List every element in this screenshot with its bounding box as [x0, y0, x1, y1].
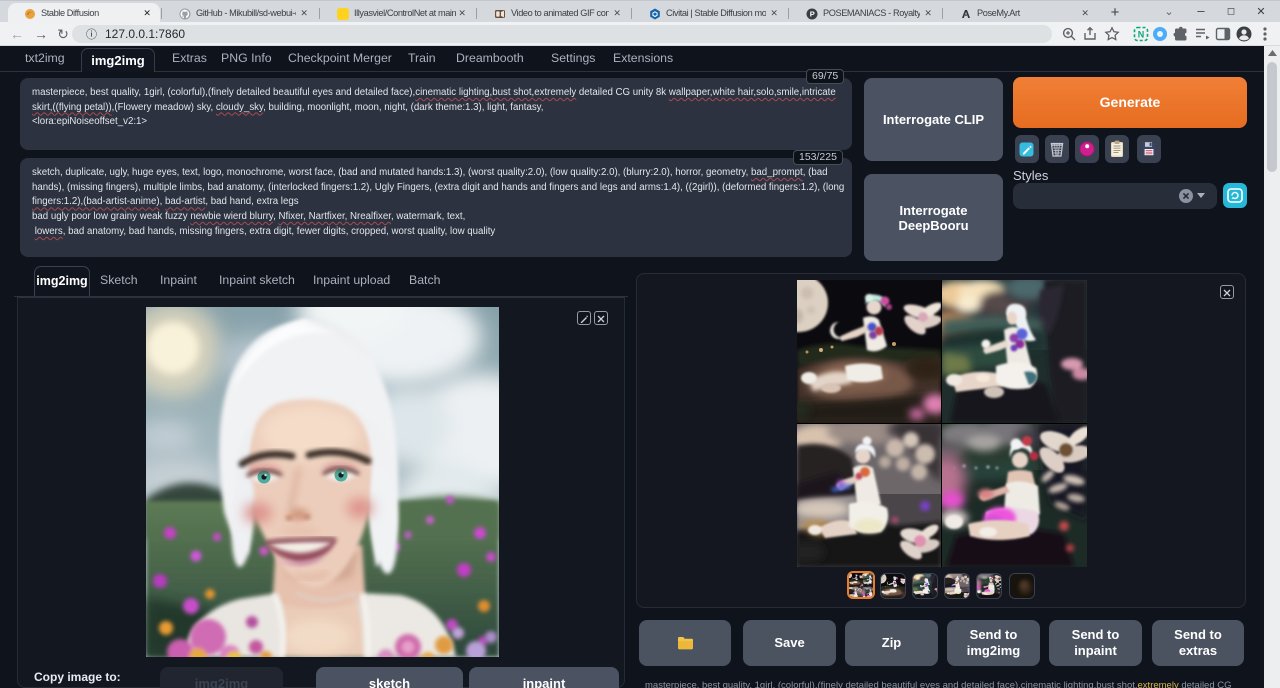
svg-text:P: P — [810, 10, 815, 19]
svg-text:N: N — [1138, 30, 1145, 40]
